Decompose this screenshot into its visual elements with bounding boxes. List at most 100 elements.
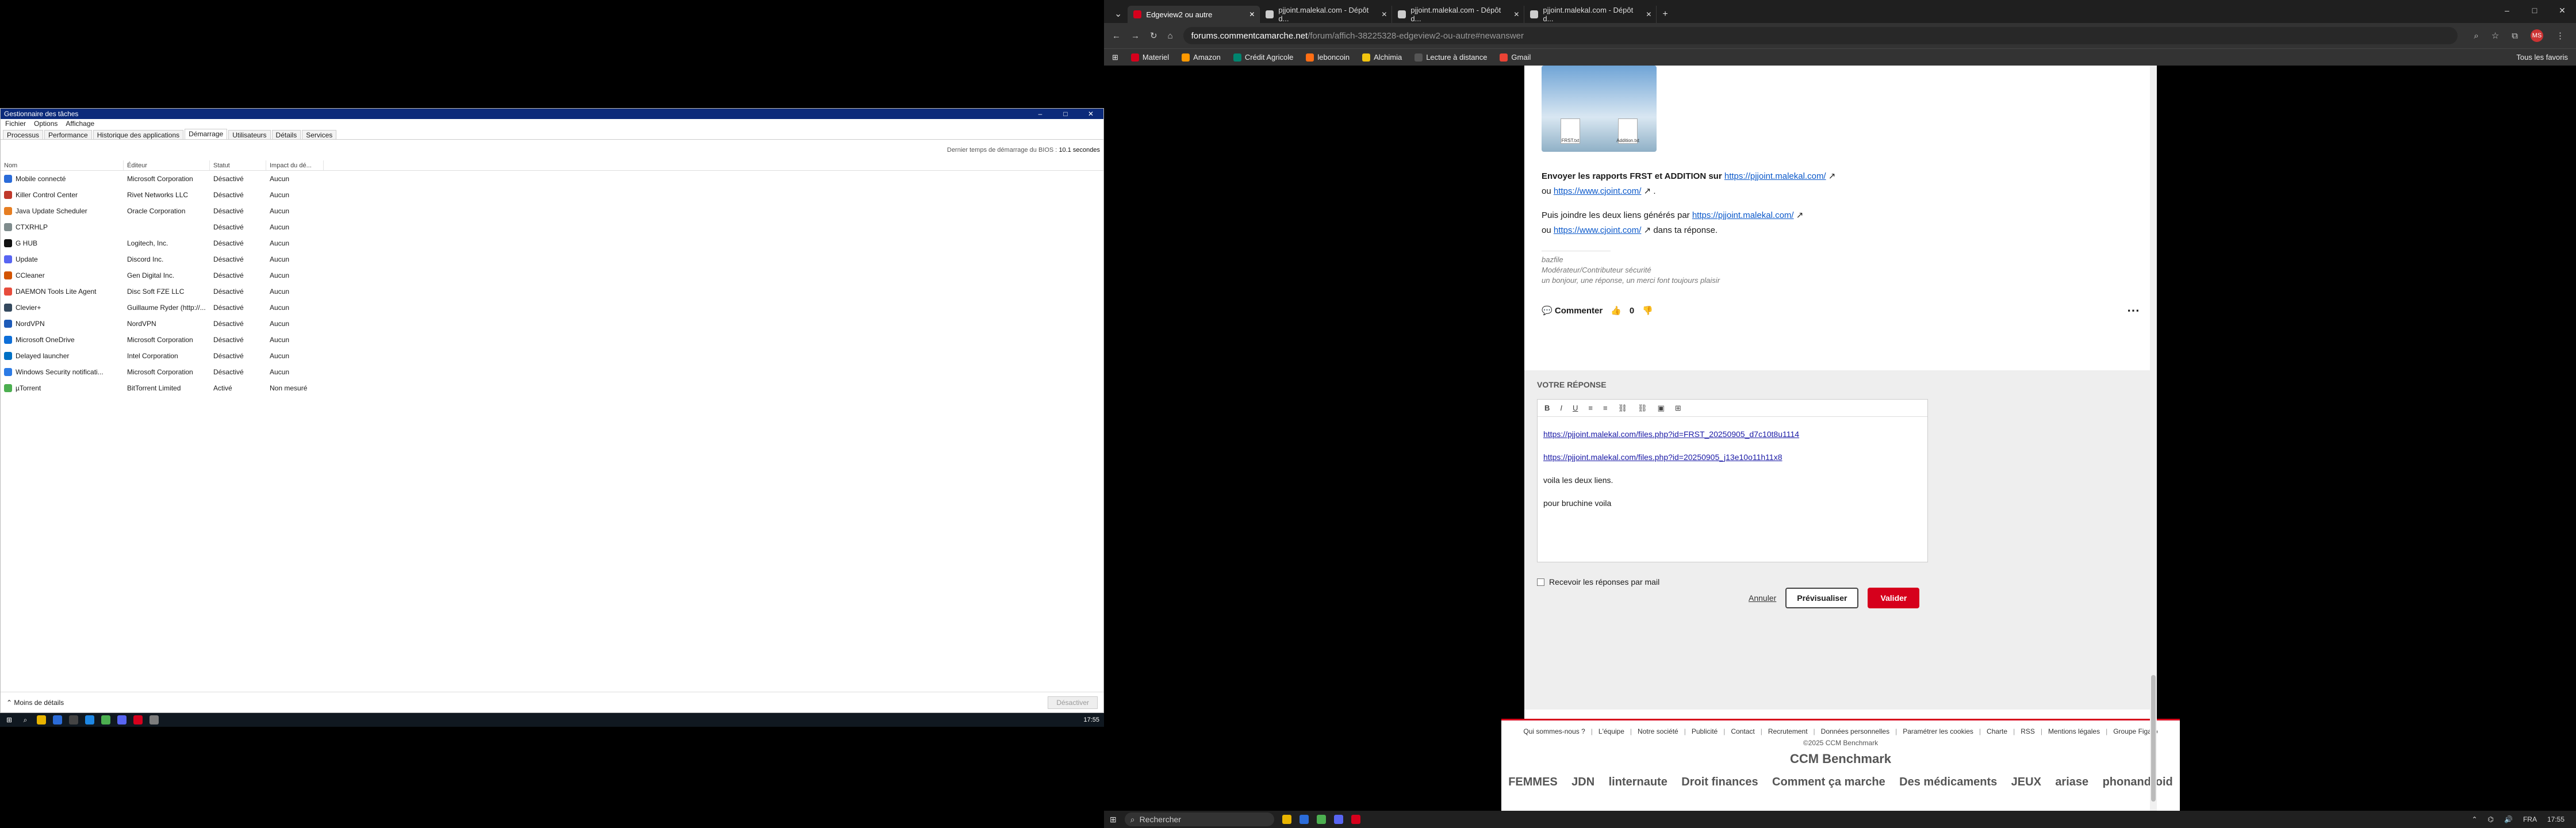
ccm-logo[interactable]: CCM Benchmark bbox=[1501, 752, 2180, 766]
brand-logo[interactable]: linternaute bbox=[1609, 776, 1667, 789]
network-icon[interactable]: ⌬ bbox=[2488, 815, 2494, 823]
chrome-icon[interactable] bbox=[101, 715, 110, 724]
table-row[interactable]: DAEMON Tools Lite Agent Disc Soft FZE LLC… bbox=[1, 283, 1103, 300]
notify-option[interactable]: Recevoir les réponses par mail bbox=[1537, 577, 2144, 586]
reply-link-2[interactable]: https://pjjoint.malekal.com/files.php?id… bbox=[1543, 453, 1782, 462]
cancel-link[interactable]: Annuler bbox=[1749, 593, 1776, 603]
maximize-icon[interactable]: □ bbox=[2521, 6, 2548, 16]
chrome-icon[interactable] bbox=[1316, 815, 1326, 824]
close-icon[interactable]: ✕ bbox=[1078, 109, 1103, 119]
table-row[interactable]: G HUB Logitech, Inc. Désactivé Aucun bbox=[1, 235, 1103, 251]
browser-tab[interactable]: pjjoint.malekal.com - Dépôt d... ✕ bbox=[1524, 6, 1657, 23]
bookmark-item[interactable]: Lecture à distance bbox=[1414, 53, 1487, 62]
close-icon[interactable]: ✕ bbox=[2548, 6, 2576, 16]
column-impact[interactable]: Impact du dé... bbox=[266, 160, 324, 170]
pjjoint-link[interactable]: https://pjjoint.malekal.com/ bbox=[1692, 210, 1794, 220]
ordered-list-icon[interactable]: ≡ bbox=[1588, 404, 1593, 412]
brand-logo[interactable]: Des médicaments bbox=[1899, 776, 1997, 789]
menu-view[interactable]: Affichage bbox=[66, 119, 94, 128]
taskbar-clock[interactable]: 17:55 bbox=[2547, 815, 2564, 823]
footer-link[interactable]: Recrutement bbox=[1761, 727, 1808, 735]
taskbar-search[interactable]: ⌕ Rechercher bbox=[1124, 812, 1274, 826]
menu-options[interactable]: Options bbox=[34, 119, 57, 128]
search-icon[interactable]: ⌕ bbox=[21, 715, 30, 724]
cjoint-link[interactable]: https://www.cjoint.com/ bbox=[1554, 225, 1642, 235]
tab-processes[interactable]: Processus bbox=[3, 130, 44, 139]
preview-button[interactable]: Prévisualiser bbox=[1785, 588, 1859, 608]
app-icon[interactable] bbox=[117, 715, 126, 724]
footer-link[interactable]: L'équipe bbox=[1591, 727, 1624, 735]
app-icon[interactable] bbox=[133, 715, 143, 724]
table-row[interactable]: NordVPN NordVPN Désactivé Aucun bbox=[1, 316, 1103, 332]
footer-link[interactable]: Qui sommes-nous ? bbox=[1523, 727, 1585, 735]
maximize-icon[interactable]: □ bbox=[1053, 109, 1078, 119]
less-details-link[interactable]: ⌃ Moins de détails bbox=[6, 699, 64, 707]
star-icon[interactable]: ☆ bbox=[2491, 30, 2499, 41]
browser-tab[interactable]: Edgeview2 ou autre ✕ bbox=[1128, 6, 1260, 23]
new-tab-button[interactable]: + bbox=[1657, 9, 1673, 23]
tab-services[interactable]: Services bbox=[302, 130, 337, 139]
bookmark-item[interactable]: leboncoin bbox=[1306, 53, 1350, 62]
file-explorer-icon[interactable] bbox=[37, 715, 46, 724]
tray-chevron-icon[interactable]: ⌃ bbox=[2471, 815, 2477, 823]
task-manager-icon[interactable] bbox=[150, 715, 159, 724]
close-tab-icon[interactable]: ✕ bbox=[1646, 10, 1651, 18]
app-icon[interactable] bbox=[1333, 815, 1343, 824]
brand-logo[interactable]: Comment ça marche bbox=[1772, 776, 1885, 789]
table-row[interactable]: Mobile connecté Microsoft Corporation Désa… bbox=[1, 171, 1103, 187]
footer-link[interactable]: Paramétrer les cookies bbox=[1895, 727, 1973, 735]
table-row[interactable]: Killer Control Center Rivet Networks LLC D… bbox=[1, 187, 1103, 203]
close-tab-icon[interactable]: ✕ bbox=[1381, 10, 1387, 18]
bookmark-item[interactable]: Materiel bbox=[1130, 53, 1169, 62]
disable-button[interactable]: Désactiver bbox=[1048, 696, 1098, 709]
app-icon[interactable] bbox=[1351, 815, 1360, 824]
bookmark-item[interactable]: Crédit Agricole bbox=[1233, 53, 1293, 62]
brand-logo[interactable]: phonandroid bbox=[2103, 776, 2173, 789]
attachment-preview[interactable]: FRST.txt Addition.txt bbox=[1542, 66, 1657, 152]
editor-content[interactable]: https://pjjoint.malekal.com/files.php?id… bbox=[1538, 417, 1927, 520]
table-icon[interactable]: ⊞ bbox=[1675, 404, 1681, 413]
tab-app-history[interactable]: Historique des applications bbox=[93, 130, 184, 139]
brand-logo[interactable]: JEUX bbox=[2011, 776, 2041, 789]
table-row[interactable]: Java Update Scheduler Oracle Corporation D… bbox=[1, 203, 1103, 219]
app-icon[interactable] bbox=[1299, 815, 1309, 824]
close-tab-icon[interactable]: ✕ bbox=[1513, 10, 1519, 18]
apps-icon[interactable]: ⊞ bbox=[1112, 53, 1118, 62]
tab-details[interactable]: Détails bbox=[271, 130, 301, 139]
app-icon[interactable] bbox=[85, 715, 94, 724]
scrollbar-thumb[interactable] bbox=[2151, 675, 2156, 802]
footer-link[interactable]: Charte bbox=[1979, 727, 2007, 735]
zoom-icon[interactable]: ⌕ bbox=[2474, 31, 2478, 41]
app-icon[interactable] bbox=[69, 715, 78, 724]
bullet-list-icon[interactable]: ≡ bbox=[1603, 404, 1608, 412]
thumbs-up-icon[interactable]: 👍 bbox=[1611, 305, 1621, 316]
submit-button[interactable]: Valider bbox=[1868, 588, 1920, 608]
bookmark-item[interactable]: Alchimia bbox=[1362, 53, 1402, 62]
menu-file[interactable]: Fichier bbox=[5, 119, 26, 128]
tab-performance[interactable]: Performance bbox=[44, 130, 92, 139]
brand-logo[interactable]: Droit finances bbox=[1681, 776, 1758, 789]
brand-logo[interactable]: JDN bbox=[1571, 776, 1594, 789]
italic-icon[interactable]: I bbox=[1560, 404, 1562, 412]
pjjoint-link[interactable]: https://pjjoint.malekal.com/ bbox=[1724, 171, 1826, 181]
app-icon[interactable] bbox=[53, 715, 62, 724]
footer-link[interactable]: RSS bbox=[2013, 727, 2035, 735]
column-name[interactable]: Nom bbox=[1, 160, 124, 170]
back-icon[interactable]: ← bbox=[1112, 31, 1121, 41]
taskbar-clock[interactable]: 17:55 bbox=[1083, 716, 1104, 723]
footer-link[interactable]: Contact bbox=[1723, 727, 1754, 735]
bookmark-item[interactable]: Gmail bbox=[1500, 53, 1531, 62]
underline-icon[interactable]: U bbox=[1573, 404, 1578, 412]
column-publisher[interactable]: Éditeur bbox=[124, 160, 210, 170]
cjoint-link[interactable]: https://www.cjoint.com/ bbox=[1554, 186, 1642, 196]
footer-link[interactable]: Mentions légales bbox=[2041, 727, 2100, 735]
reply-link-1[interactable]: https://pjjoint.malekal.com/files.php?id… bbox=[1543, 430, 1799, 439]
all-bookmarks[interactable]: Tous les favoris bbox=[2516, 53, 2576, 62]
bookmark-item[interactable]: Amazon bbox=[1182, 53, 1221, 62]
table-row[interactable]: CTXRHLP Désactivé Aucun bbox=[1, 219, 1103, 235]
comment-button[interactable]: 💬 Commenter bbox=[1542, 305, 1603, 316]
footer-link[interactable]: Notre société bbox=[1630, 727, 1678, 735]
language-indicator[interactable]: FRA bbox=[2523, 815, 2537, 823]
more-options-icon[interactable]: ⋯ bbox=[2127, 303, 2140, 318]
bold-icon[interactable]: B bbox=[1544, 404, 1550, 412]
